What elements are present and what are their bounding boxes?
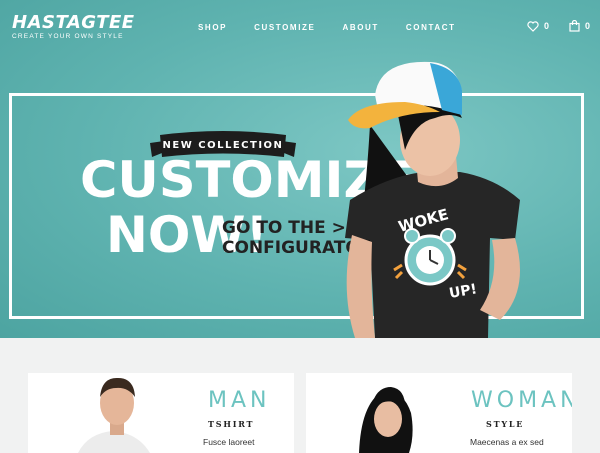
nav-icons: 0 0 <box>527 20 590 32</box>
heart-icon <box>527 20 539 32</box>
man-card-text: Fusce laoreet <box>203 437 255 447</box>
nav-about-link[interactable]: ABOUT <box>342 23 378 32</box>
nav-contact-link[interactable]: CONTACT <box>406 23 456 32</box>
woman-card-text: Maecenas a ex sed <box>470 437 544 447</box>
shopping-bag-icon <box>569 20 580 32</box>
brand-tagline: CREATE YOUR OWN STYLE <box>12 33 124 40</box>
wishlist-button[interactable]: 0 <box>527 20 549 32</box>
cart-button[interactable]: 0 <box>569 20 590 32</box>
nav-customize-link[interactable]: CUSTOMIZE <box>254 23 315 32</box>
main-menu: SHOP CUSTOMIZE ABOUT CONTACT <box>198 23 456 32</box>
cart-count: 0 <box>584 21 590 31</box>
hero-banner: HASTAGTEE CREATE YOUR OWN STYLE SHOP CUS… <box>0 0 600 338</box>
man-category-card[interactable]: MAN TSHIRT Fusce laoreet <box>28 373 294 453</box>
top-navigation: HASTAGTEE CREATE YOUR OWN STYLE SHOP CUS… <box>0 0 600 60</box>
brand-logo[interactable]: HASTAGTEE CREATE YOUR OWN STYLE <box>12 12 135 41</box>
man-card-subtitle: TSHIRT <box>208 419 255 429</box>
woman-category-card[interactable]: WOMAN STYLE Maecenas a ex sed <box>306 373 572 453</box>
man-model-photo <box>78 377 150 453</box>
woman-model-photo <box>359 387 413 453</box>
woman-card-title: WOMAN <box>471 388 572 413</box>
wishlist-count: 0 <box>543 21 549 31</box>
woman-card-subtitle: STYLE <box>486 419 525 429</box>
model-photo: WOKE UP! <box>345 61 520 338</box>
category-section: MAN TSHIRT Fusce laoreet WOMAN STYLE Mae… <box>0 338 600 453</box>
man-card-title: MAN <box>208 388 271 413</box>
brand-name: HASTAGTEE <box>12 12 135 33</box>
nav-shop-link[interactable]: SHOP <box>198 23 227 32</box>
